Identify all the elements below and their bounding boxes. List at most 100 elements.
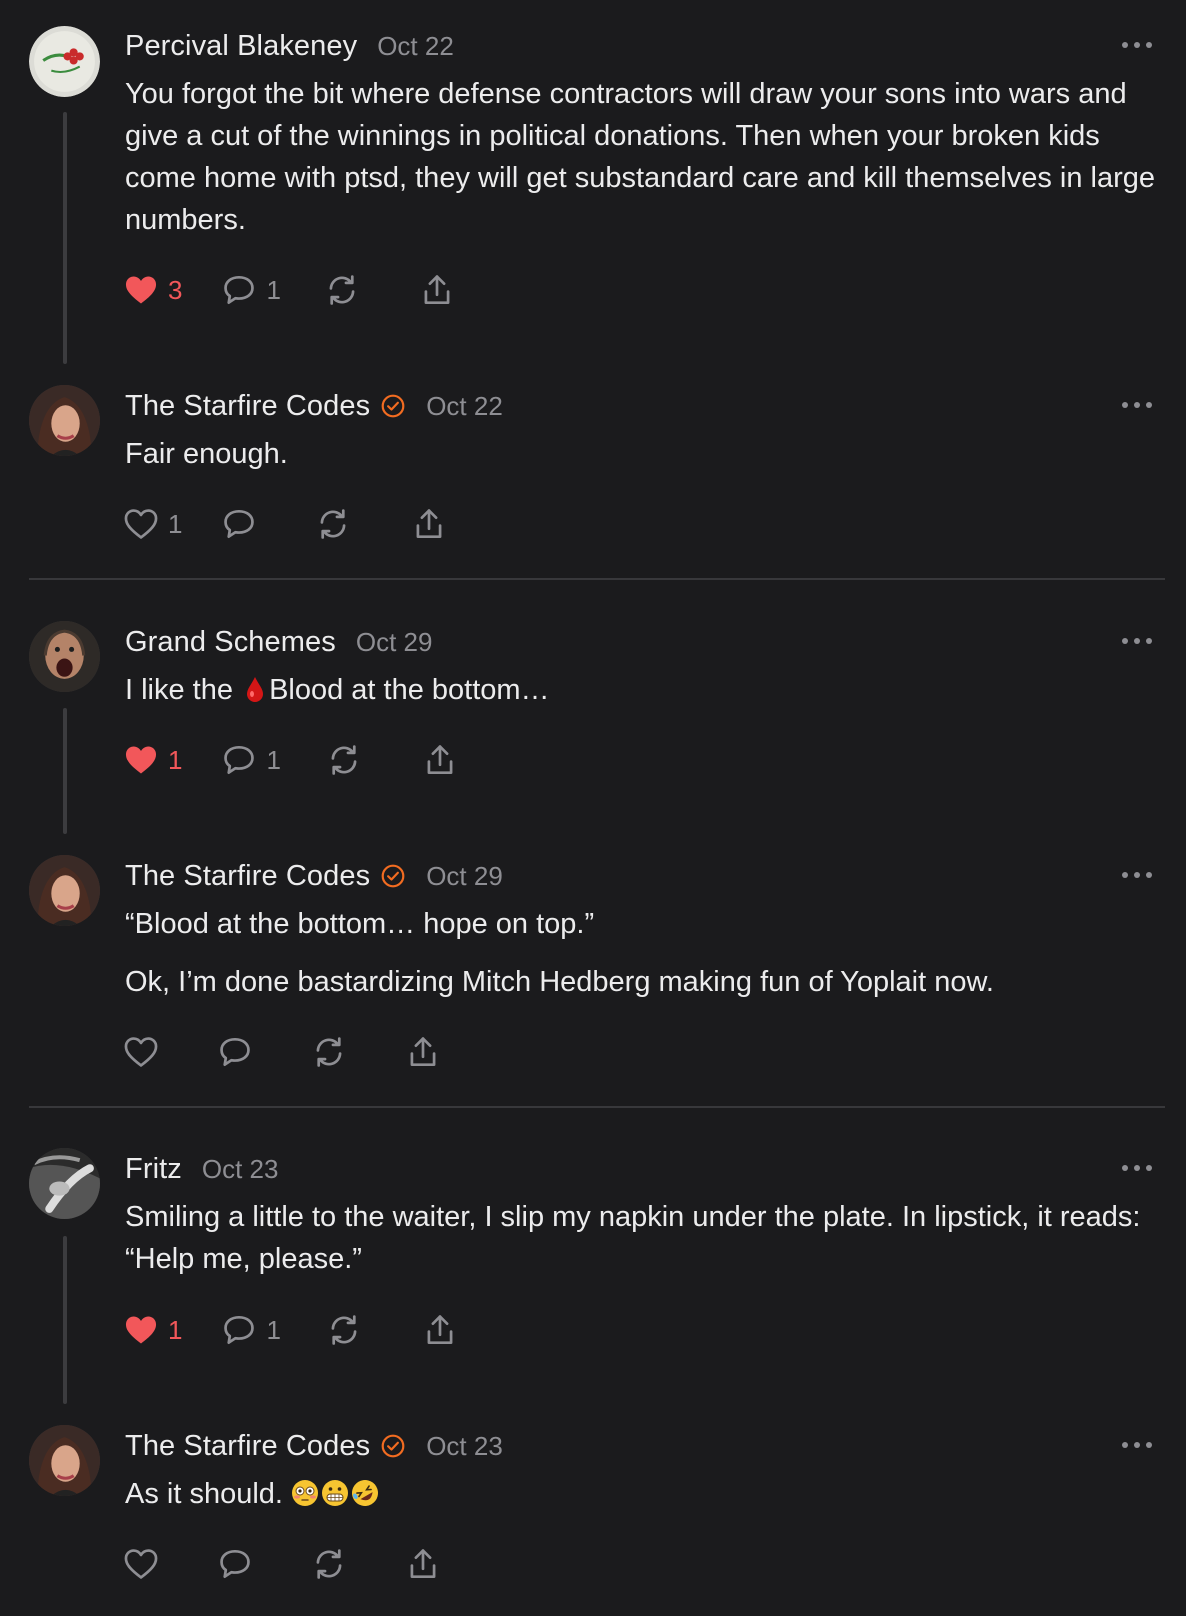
heart-outline-icon: [122, 1033, 160, 1071]
author-name[interactable]: Fritz: [125, 1153, 182, 1186]
restack-button[interactable]: [325, 1311, 363, 1349]
share-icon: [421, 1311, 459, 1349]
heart-filled-icon: [122, 1311, 160, 1349]
action-bar: [122, 1032, 442, 1072]
restack-button[interactable]: [310, 1033, 348, 1071]
heart-outline-icon: [122, 1545, 160, 1583]
restack-icon: [325, 741, 363, 779]
comment-text-after: Blood at the bottom…: [269, 674, 550, 706]
author-name[interactable]: Percival Blakeney: [125, 30, 357, 63]
action-bar: 1: [122, 504, 448, 544]
comment-body: I like the Blood at the bottom…: [125, 669, 1155, 711]
restack-button[interactable]: [323, 271, 361, 309]
like-button[interactable]: 1: [122, 1311, 182, 1349]
avatar[interactable]: [29, 855, 100, 926]
share-icon: [418, 271, 456, 309]
comment-bubble-icon: [220, 271, 258, 309]
comment-body: Fair enough.: [125, 433, 1155, 475]
reply-button[interactable]: [216, 1033, 254, 1071]
action-bar: [122, 1544, 442, 1584]
share-button[interactable]: [404, 1545, 442, 1583]
comment-date: Oct 23: [426, 1430, 503, 1461]
action-bar: 1 1: [122, 740, 459, 780]
more-options-icon[interactable]: [1122, 872, 1152, 880]
heart-outline-icon: [122, 505, 160, 543]
more-options-icon[interactable]: [1122, 42, 1152, 50]
share-icon: [421, 741, 459, 779]
like-button[interactable]: [122, 1545, 160, 1583]
restack-button[interactable]: [325, 741, 363, 779]
comment-header: The Starfire Codes Oct 23: [125, 1427, 503, 1465]
comment-text-before: I like the: [125, 674, 242, 706]
like-count: 1: [168, 508, 183, 539]
comment-date: Oct 22: [377, 30, 454, 61]
comment-body: “Blood at the bottom… hope on top.” Ok, …: [125, 903, 1155, 1003]
comment-date: Oct 29: [355, 626, 433, 657]
comment-date: Oct 23: [201, 1153, 279, 1184]
comment-date: Oct 29: [426, 860, 503, 891]
comment-bubble-icon: [216, 1545, 254, 1583]
more-options-icon[interactable]: [1122, 1165, 1152, 1173]
avatar[interactable]: [29, 1425, 100, 1496]
action-bar: 3 1: [122, 270, 456, 310]
restack-icon: [310, 1545, 348, 1583]
reply-button[interactable]: 1: [220, 1311, 281, 1349]
flushed-face-emoji: [292, 1480, 319, 1506]
thread-divider: [29, 578, 1165, 580]
avatar[interactable]: [29, 26, 100, 97]
reply-button[interactable]: 1: [220, 741, 281, 779]
reply-count: 1: [266, 744, 281, 775]
comment-text: I like the Blood at the bottom…: [125, 669, 1155, 711]
comment-header: The Starfire Codes Oct 22: [125, 387, 503, 425]
restack-icon: [323, 271, 361, 309]
avatar[interactable]: [29, 621, 100, 692]
like-button[interactable]: 1: [122, 505, 182, 543]
reply-count: 1: [266, 1314, 281, 1345]
comment-text-before: As it should.: [125, 1478, 292, 1510]
share-button[interactable]: [418, 271, 456, 309]
more-options-icon[interactable]: [1122, 402, 1152, 410]
rolling-on-floor-laughing-emoji: [352, 1480, 379, 1506]
comment-bubble-icon: [216, 1033, 254, 1071]
more-options-icon[interactable]: [1122, 1442, 1152, 1450]
author-name[interactable]: The Starfire Codes: [125, 860, 370, 893]
thread-line: [63, 112, 67, 364]
comment-bubble-icon: [220, 1311, 258, 1349]
heart-filled-icon: [122, 741, 160, 779]
share-button[interactable]: [421, 1311, 459, 1349]
restack-icon: [310, 1033, 348, 1071]
comment-text: As it should.: [125, 1473, 1155, 1515]
share-button[interactable]: [410, 505, 448, 543]
avatar[interactable]: [29, 385, 100, 456]
reply-button[interactable]: [220, 505, 258, 543]
comment-body: As it should.: [125, 1473, 1155, 1515]
reply-button[interactable]: [216, 1545, 254, 1583]
like-button[interactable]: [122, 1033, 160, 1071]
author-name[interactable]: Grand Schemes: [125, 626, 336, 659]
like-button[interactable]: 3: [122, 271, 182, 309]
action-bar: 1 1: [122, 1310, 459, 1350]
comment-date: Oct 22: [426, 390, 503, 421]
author-name[interactable]: The Starfire Codes: [125, 390, 370, 423]
share-icon: [404, 1033, 442, 1071]
restack-button[interactable]: [310, 1545, 348, 1583]
like-count: 3: [168, 274, 183, 305]
restack-button[interactable]: [314, 505, 352, 543]
author-name[interactable]: The Starfire Codes: [125, 1430, 370, 1463]
comment-header: Percival Blakeney Oct 22: [125, 27, 454, 65]
comment-text: You forgot the bit where defense contrac…: [125, 78, 1156, 236]
thread-divider: [29, 1106, 1165, 1108]
comment-header: Grand Schemes Oct 29: [125, 623, 432, 661]
restack-icon: [314, 505, 352, 543]
more-options-icon[interactable]: [1122, 638, 1152, 646]
reply-button[interactable]: 1: [220, 271, 281, 309]
share-button[interactable]: [404, 1033, 442, 1071]
comment-text: Smiling a little to the waiter, I slip m…: [125, 1201, 1141, 1275]
restack-icon: [325, 1311, 363, 1349]
like-count: 1: [168, 744, 183, 775]
avatar[interactable]: [29, 1148, 100, 1219]
verified-badge-icon: [380, 393, 406, 419]
comment-text: “Blood at the bottom… hope on top.”: [125, 908, 595, 940]
like-button[interactable]: 1: [122, 741, 182, 779]
share-button[interactable]: [421, 741, 459, 779]
